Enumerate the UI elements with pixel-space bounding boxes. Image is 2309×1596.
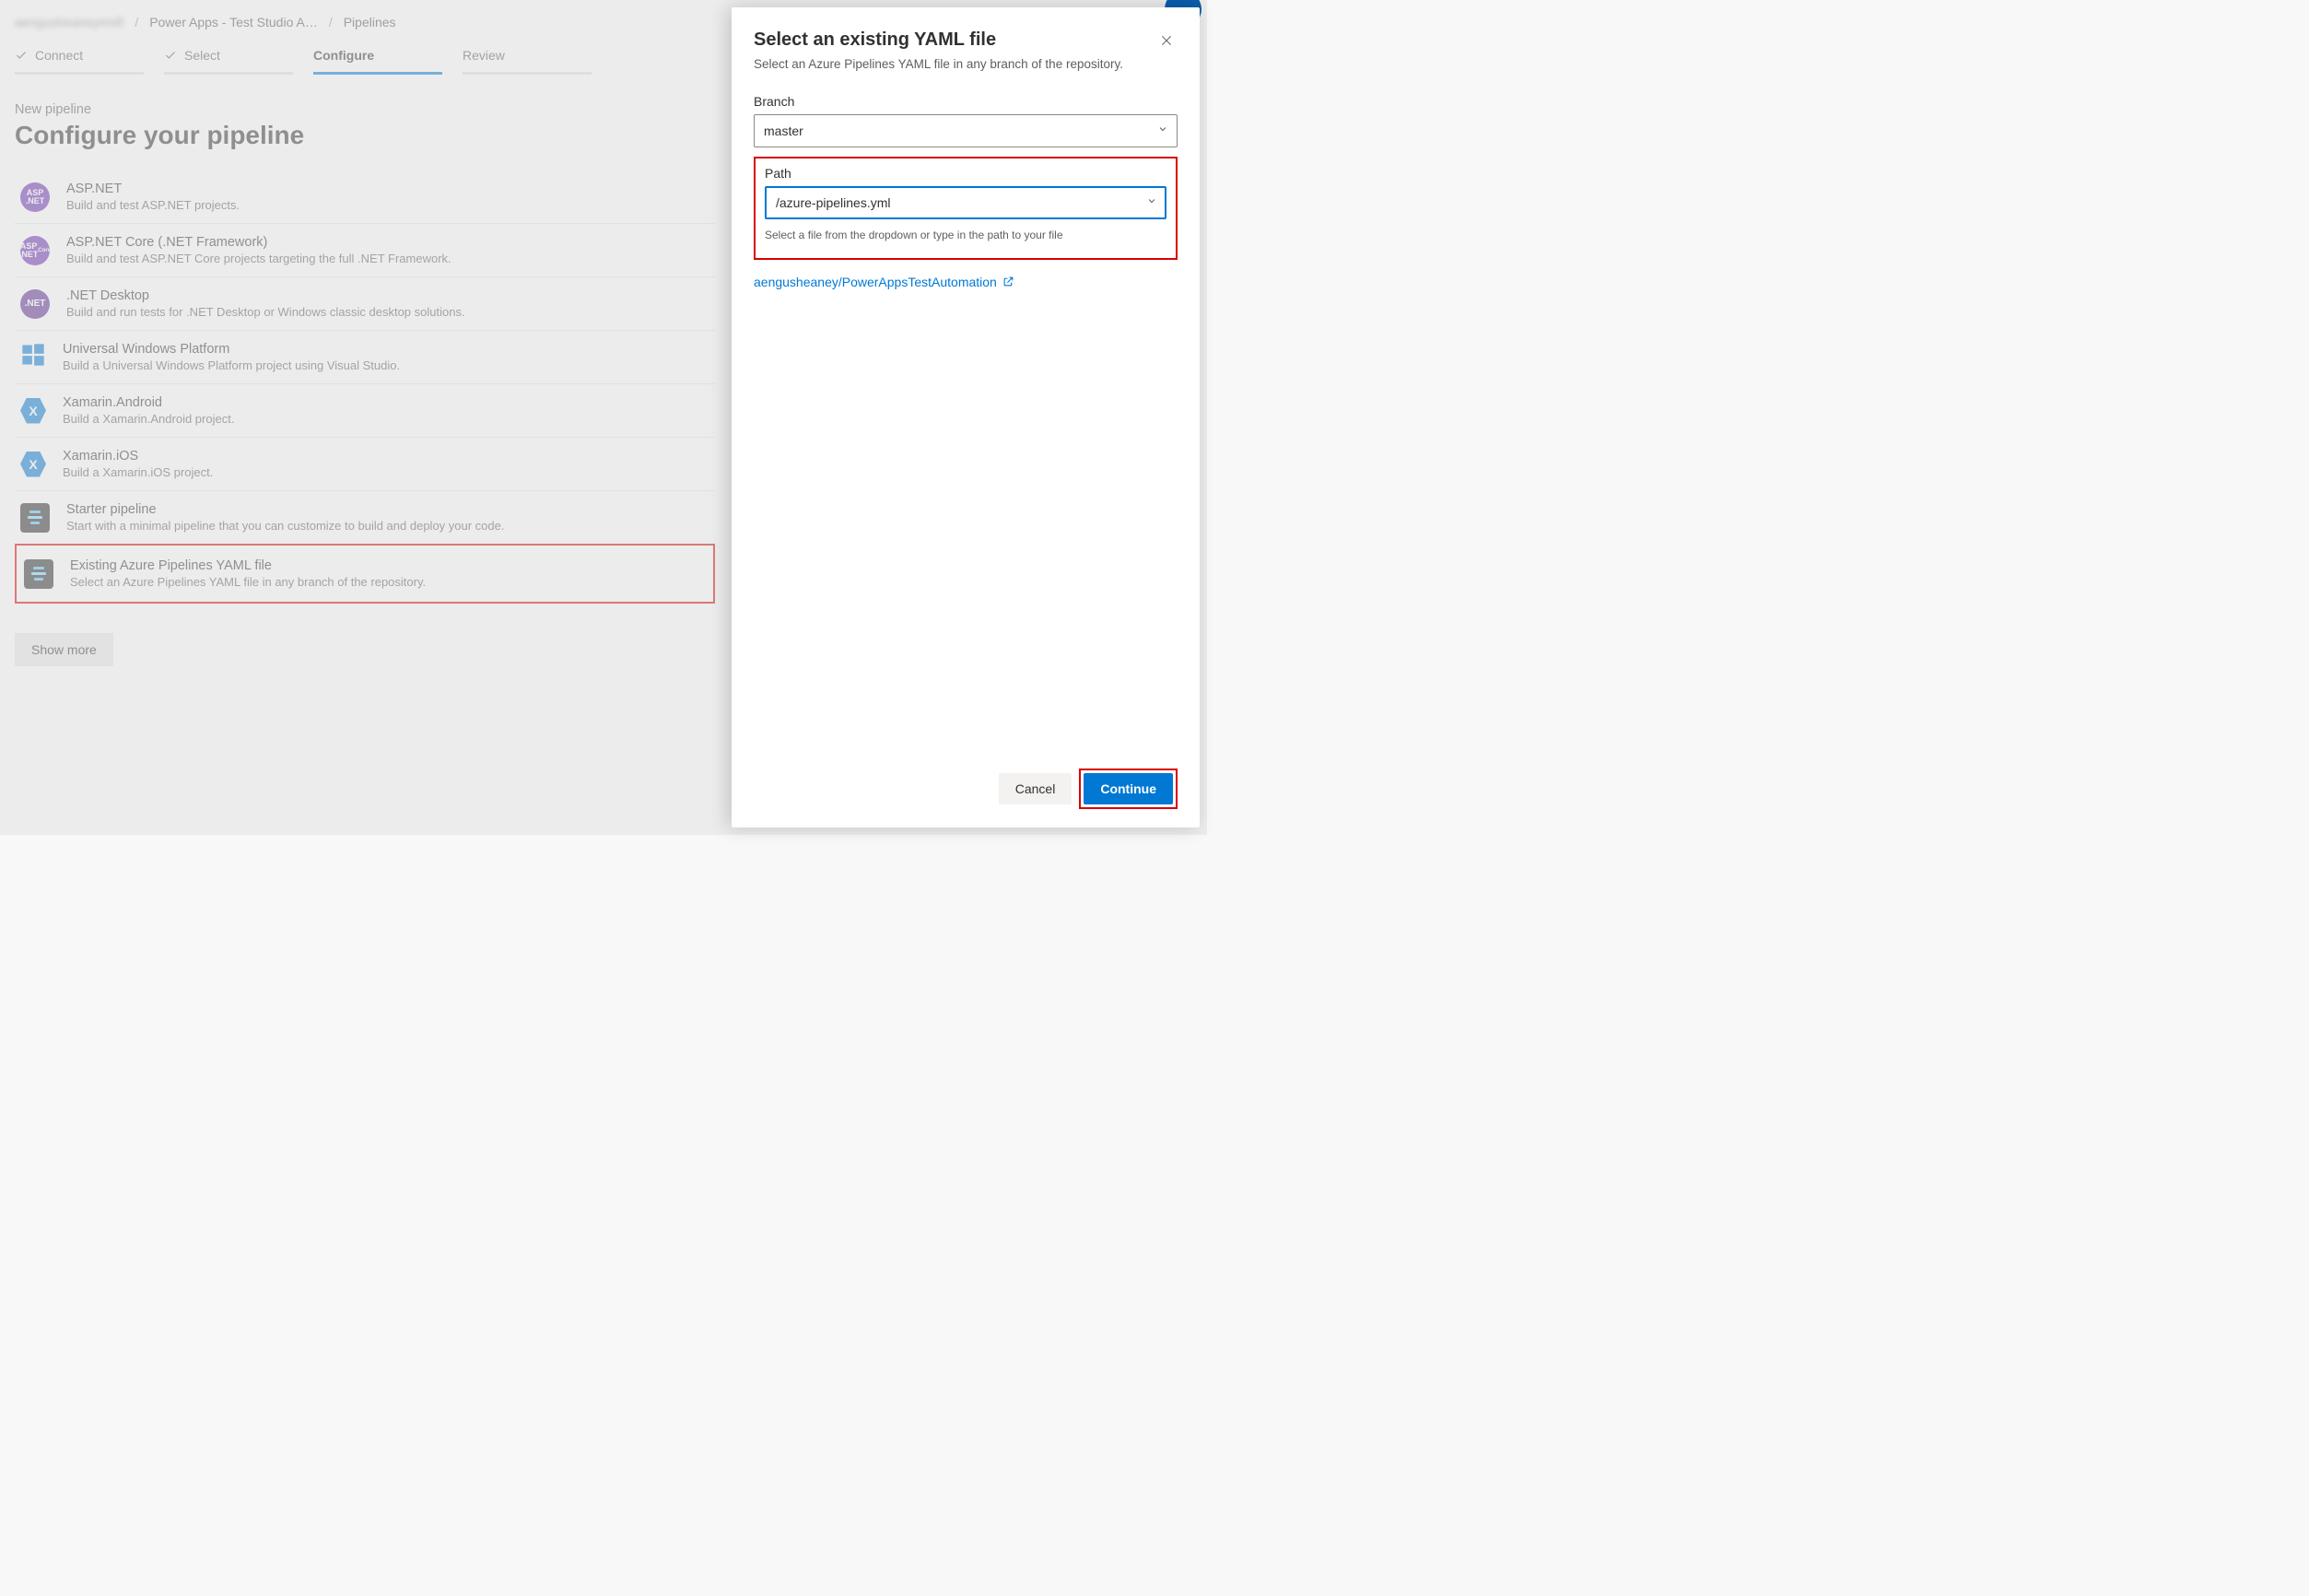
template-option-netdesktop[interactable]: .NET .NET Desktop Build and run tests fo… — [15, 276, 715, 330]
template-option-xamarin-android[interactable]: X Xamarin.Android Build a Xamarin.Androi… — [15, 383, 715, 437]
yaml-icon — [24, 559, 53, 589]
step-connect[interactable]: Connect — [15, 48, 144, 75]
aspnet-icon: ASP.NET — [20, 182, 50, 212]
option-title: Existing Azure Pipelines YAML file — [70, 558, 426, 573]
pipeline-template-list: ASP.NET ASP.NET Build and test ASP.NET p… — [15, 170, 715, 604]
option-title: Xamarin.iOS — [63, 449, 213, 464]
step-label: Select — [184, 48, 220, 63]
windows-icon — [20, 342, 46, 372]
template-option-aspnetcore[interactable]: ASP.NETCore ASP.NET Core (.NET Framework… — [15, 223, 715, 276]
option-desc: Build and test ASP.NET projects. — [66, 198, 240, 212]
option-title: ASP.NET — [66, 182, 240, 196]
highlight-annotation: Path Select a file from the dropdown or … — [754, 157, 1178, 260]
breadcrumb-org[interactable]: aengusheaneymsft — [15, 15, 123, 29]
option-desc: Build a Xamarin.Android project. — [63, 412, 234, 426]
template-option-xamarin-ios[interactable]: X Xamarin.iOS Build a Xamarin.iOS projec… — [15, 437, 715, 490]
repository-link[interactable]: aengusheaney/PowerAppsTestAutomation — [754, 275, 1178, 289]
option-title: Xamarin.Android — [63, 395, 234, 410]
step-review[interactable]: Review — [463, 48, 592, 75]
step-label: Connect — [35, 48, 83, 63]
repo-link-text: aengusheaney/PowerAppsTestAutomation — [754, 275, 997, 289]
yaml-icon — [20, 503, 50, 533]
highlight-annotation: Continue — [1079, 769, 1178, 809]
option-desc: Build and run tests for .NET Desktop or … — [66, 305, 465, 319]
path-select[interactable] — [765, 186, 1166, 219]
panel-description: Select an Azure Pipelines YAML file in a… — [754, 56, 1123, 74]
panel-title: Select an existing YAML file — [754, 29, 1123, 51]
external-link-icon — [1002, 276, 1014, 288]
option-desc: Select an Azure Pipelines YAML file in a… — [70, 575, 426, 589]
close-button[interactable] — [1155, 29, 1178, 54]
close-icon — [1159, 33, 1174, 48]
netdesktop-icon: .NET — [20, 289, 50, 319]
xamarin-icon: X — [20, 452, 46, 477]
xamarin-icon: X — [20, 398, 46, 424]
cancel-button[interactable]: Cancel — [999, 773, 1072, 804]
option-desc: Build a Xamarin.iOS project. — [63, 465, 213, 479]
template-option-uwp[interactable]: Universal Windows Platform Build a Unive… — [15, 330, 715, 383]
breadcrumb-separator-icon: / — [135, 15, 138, 29]
branch-select[interactable] — [754, 114, 1178, 147]
highlight-annotation: Existing Azure Pipelines YAML file Selec… — [15, 544, 715, 604]
check-icon — [15, 49, 28, 62]
branch-label: Branch — [754, 94, 1178, 109]
yaml-select-panel: Select an existing YAML file Select an A… — [732, 7, 1200, 827]
breadcrumb-project[interactable]: Power Apps - Test Studio A… — [149, 15, 318, 29]
step-label: Configure — [313, 48, 374, 63]
path-label: Path — [765, 166, 1166, 181]
show-more-button[interactable]: Show more — [15, 633, 113, 666]
aspnetcore-icon: ASP.NETCore — [20, 236, 50, 265]
template-option-starter[interactable]: Starter pipeline Start with a minimal pi… — [15, 490, 715, 544]
path-helper-text: Select a file from the dropdown or type … — [765, 229, 1166, 241]
option-desc: Build and test ASP.NET Core projects tar… — [66, 252, 451, 265]
option-desc: Build a Universal Windows Platform proje… — [63, 358, 400, 372]
option-desc: Start with a minimal pipeline that you c… — [66, 519, 504, 533]
option-title: .NET Desktop — [66, 288, 465, 303]
template-option-aspnet[interactable]: ASP.NET ASP.NET Build and test ASP.NET p… — [15, 170, 715, 223]
option-title: ASP.NET Core (.NET Framework) — [66, 235, 451, 250]
option-title: Universal Windows Platform — [63, 342, 400, 357]
check-icon — [164, 49, 177, 62]
continue-button[interactable]: Continue — [1084, 773, 1173, 804]
step-select[interactable]: Select — [164, 48, 293, 75]
option-title: Starter pipeline — [66, 502, 504, 517]
step-configure[interactable]: Configure — [313, 48, 442, 75]
breadcrumb-page[interactable]: Pipelines — [344, 15, 396, 29]
step-label: Review — [463, 48, 505, 63]
template-option-existing-yaml[interactable]: Existing Azure Pipelines YAML file Selec… — [18, 547, 711, 600]
breadcrumb-separator-icon: / — [329, 15, 333, 29]
